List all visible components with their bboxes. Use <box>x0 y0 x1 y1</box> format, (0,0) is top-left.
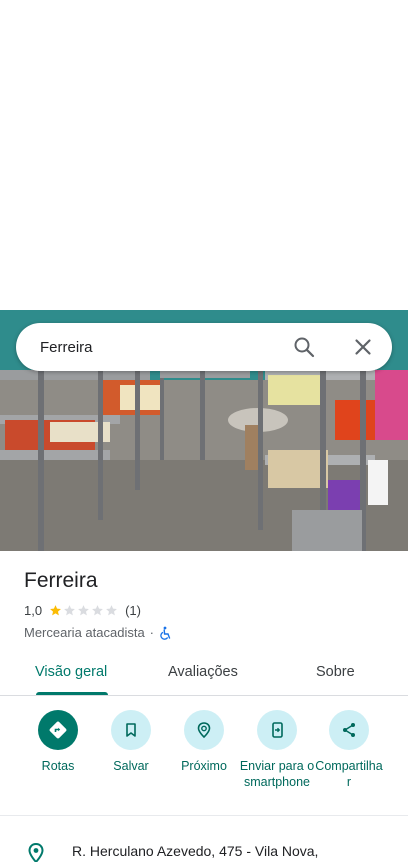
close-icon[interactable] <box>351 335 375 359</box>
search-icon[interactable] <box>292 335 316 359</box>
place-category: Mercearia atacadista <box>24 625 145 640</box>
save-label: Salvar <box>113 759 149 773</box>
tab-about[interactable]: Sobre <box>316 664 355 680</box>
place-title: Ferreira <box>24 569 98 592</box>
address-text: R. Herculano Azevedo, 475 - Vila Nova, <box>72 843 319 859</box>
tab-overview[interactable]: Visão geral <box>35 664 107 680</box>
send-to-phone-icon <box>257 710 297 750</box>
wheelchair-accessible-icon <box>159 626 173 640</box>
action-bar: Rotas Salvar Próximo Enviar para o smart… <box>0 697 408 816</box>
directions-label: Rotas <box>41 759 75 773</box>
search-bar[interactable]: Ferreira <box>16 323 392 371</box>
category-row: Mercearia atacadista · <box>24 625 173 640</box>
rating-value: 1,0 <box>24 603 43 618</box>
bookmark-icon <box>111 710 151 750</box>
nearby-button[interactable]: Próximo <box>164 710 244 774</box>
tab-bar: Visão geral Avaliações Sobre <box>0 650 408 696</box>
share-label: Compartilhar <box>315 759 383 789</box>
star-empty-icon <box>64 605 75 616</box>
save-button[interactable]: Salvar <box>91 710 171 774</box>
send-to-phone-button[interactable]: Enviar para o smartphone <box>237 710 317 790</box>
review-count[interactable]: (1) <box>125 603 141 618</box>
map-blank-area <box>0 0 408 310</box>
directions-button[interactable]: Rotas <box>18 710 98 774</box>
star-empty-icon <box>106 605 117 616</box>
category-separator: · <box>149 625 155 640</box>
star-empty-icon <box>92 605 103 616</box>
address-row[interactable]: R. Herculano Azevedo, 475 - Vila Nova, <box>0 817 408 862</box>
share-button[interactable]: Compartilhar <box>309 710 389 790</box>
tab-reviews[interactable]: Avaliações <box>168 664 238 680</box>
nearby-icon <box>184 710 224 750</box>
star-filled-icon <box>50 605 61 616</box>
rating-stars <box>49 604 119 617</box>
directions-icon <box>38 710 78 750</box>
rating-row[interactable]: 1,0 (1) <box>24 603 141 618</box>
search-input[interactable]: Ferreira <box>40 339 392 356</box>
active-tab-indicator <box>36 692 108 695</box>
share-icon <box>329 710 369 750</box>
star-empty-icon <box>78 605 89 616</box>
send-to-phone-label: Enviar para o smartphone <box>239 759 315 789</box>
location-pin-icon <box>26 842 46 862</box>
nearby-label: Próximo <box>181 759 227 773</box>
